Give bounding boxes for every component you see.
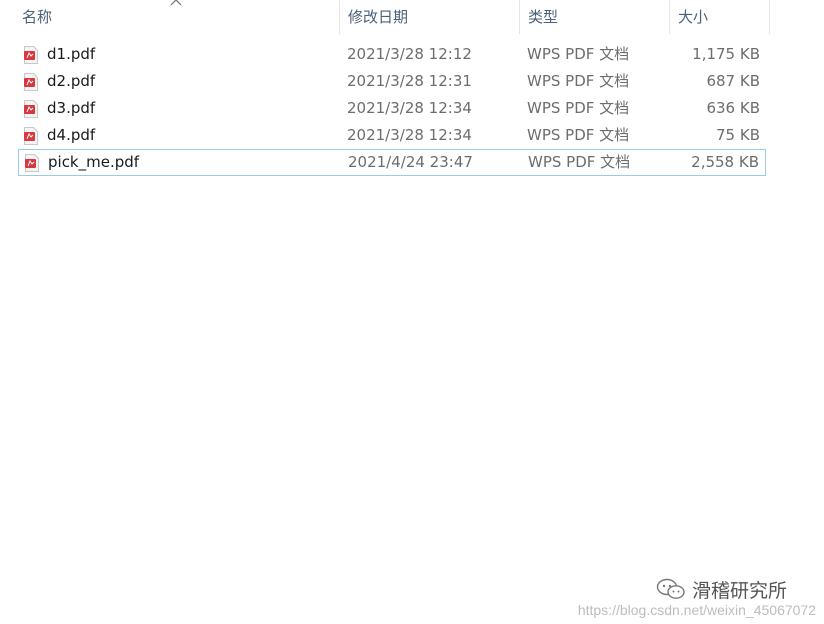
- file-name: d2.pdf: [47, 72, 96, 90]
- wechat-icon: [656, 578, 685, 599]
- column-header-size[interactable]: 大小: [670, 0, 770, 34]
- file-type: WPS PDF 文档: [527, 126, 630, 144]
- file-size: 1,175 KB: [692, 45, 760, 63]
- file-date-modified: 2021/3/28 12:34: [347, 126, 472, 144]
- file-type: WPS PDF 文档: [528, 153, 631, 171]
- file-size: 636 KB: [706, 99, 760, 117]
- file-type: WPS PDF 文档: [527, 99, 630, 117]
- file-row[interactable]: d4.pdf 2021/3/28 12:34 WPS PDF 文档 75 KB: [18, 122, 766, 149]
- file-row-selected[interactable]: pick_me.pdf 2021/4/24 23:47 WPS PDF 文档 2…: [18, 149, 766, 176]
- file-size: 2,558 KB: [691, 153, 759, 171]
- file-name: d1.pdf: [47, 45, 96, 63]
- file-date-modified: 2021/3/28 12:31: [347, 72, 472, 90]
- pdf-file-icon: [23, 122, 39, 149]
- pdf-file-icon: [23, 41, 39, 68]
- pdf-file-icon: [23, 68, 39, 95]
- watermark-brand: 滑稽研究所: [656, 576, 787, 602]
- file-row[interactable]: d1.pdf 2021/3/28 12:12 WPS PDF 文档 1,175 …: [18, 41, 766, 68]
- file-date-modified: 2021/3/28 12:12: [347, 45, 472, 63]
- watermark-url: https://blog.csdn.net/weixin_45067072: [577, 602, 816, 618]
- file-name: d4.pdf: [47, 126, 96, 144]
- file-row[interactable]: d3.pdf 2021/3/28 12:34 WPS PDF 文档 636 KB: [18, 95, 766, 122]
- file-row[interactable]: d2.pdf 2021/3/28 12:31 WPS PDF 文档 687 KB: [18, 68, 766, 95]
- pdf-file-icon: [23, 95, 39, 122]
- file-date-modified: 2021/4/24 23:47: [348, 153, 473, 171]
- watermark-brand-text: 滑稽研究所: [692, 579, 788, 602]
- column-header-name[interactable]: 名称: [14, 0, 340, 34]
- file-name: d3.pdf: [47, 99, 96, 117]
- file-date-modified: 2021/3/28 12:34: [347, 99, 472, 117]
- file-type: WPS PDF 文档: [527, 72, 630, 90]
- column-header: 名称 修改日期 类型 大小: [0, 0, 770, 34]
- file-explorer-window: 名称 修改日期 类型 大小 d1.pdf 2021/3/28 12:12 WPS…: [0, 0, 824, 624]
- column-header-type[interactable]: 类型: [520, 0, 670, 34]
- file-list: d1.pdf 2021/3/28 12:12 WPS PDF 文档 1,175 …: [18, 41, 766, 176]
- file-name: pick_me.pdf: [48, 153, 140, 171]
- column-header-date-modified[interactable]: 修改日期: [340, 0, 520, 34]
- file-size: 687 KB: [706, 72, 760, 90]
- file-type: WPS PDF 文档: [527, 45, 630, 63]
- file-size: 75 KB: [716, 126, 760, 144]
- pdf-file-icon: [24, 150, 40, 175]
